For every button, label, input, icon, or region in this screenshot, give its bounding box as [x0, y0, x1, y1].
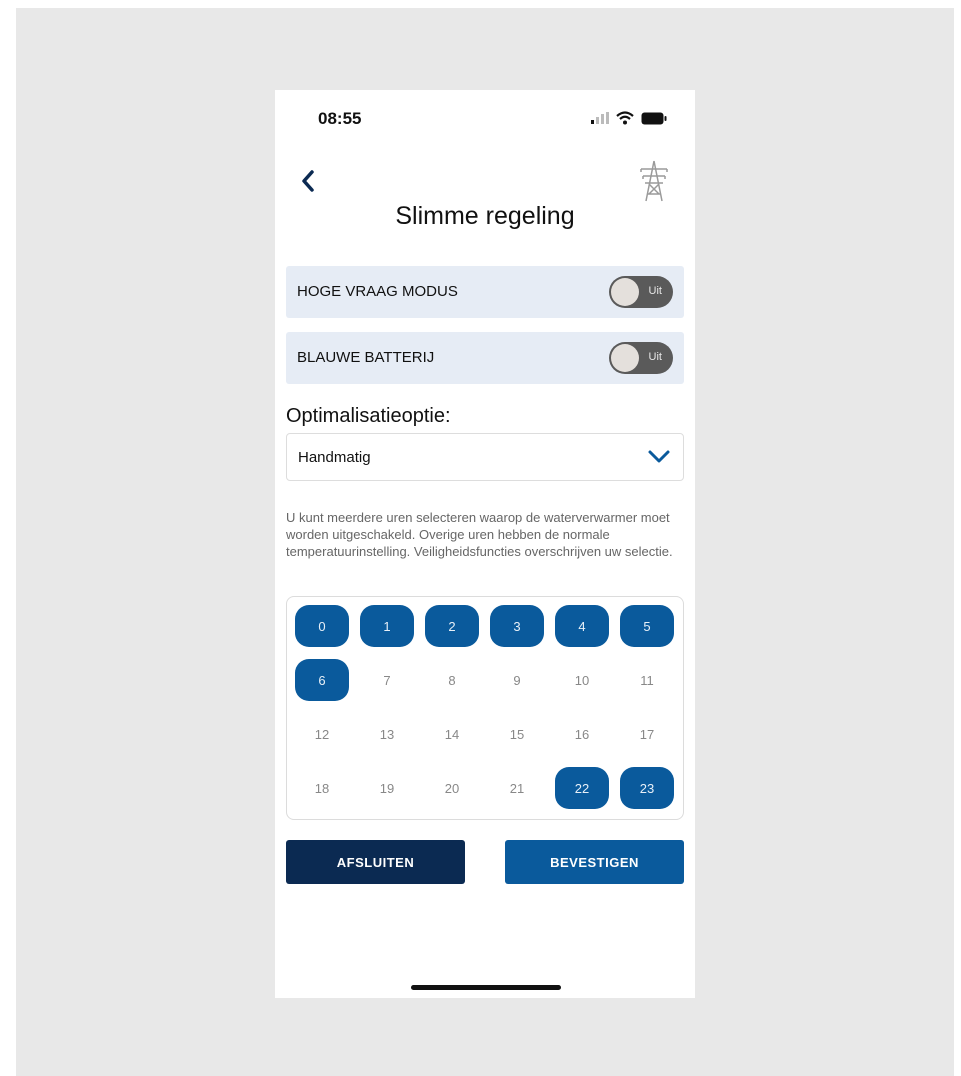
close-button[interactable]: AFSLUITEN	[286, 840, 465, 884]
toggle-label-high-demand: HOGE VRAAG MODUS	[297, 283, 458, 300]
toggle-row-blue-battery: BLAUWE BATTERIJ Uit	[286, 332, 684, 384]
hour-button-20[interactable]: 20	[425, 767, 479, 809]
hour-button-21[interactable]: 21	[490, 767, 544, 809]
blue-battery-toggle[interactable]: Uit	[609, 342, 673, 374]
hour-button-12[interactable]: 12	[295, 713, 349, 755]
optimization-label: Optimalisatieoptie:	[286, 405, 451, 427]
hour-button-15[interactable]: 15	[490, 713, 544, 755]
hour-button-14[interactable]: 14	[425, 713, 479, 755]
hour-button-8[interactable]: 8	[425, 659, 479, 701]
hour-button-9[interactable]: 9	[490, 659, 544, 701]
hour-button-7[interactable]: 7	[360, 659, 414, 701]
hour-selection-grid: 0 1 2 3 4 5 6 7 8 9 10 11 12 13 14 15 16 17 18 19 20 21 22 23	[286, 596, 684, 820]
hour-button-4[interactable]: 4	[555, 605, 609, 647]
toggle-state-text: Uit	[648, 285, 662, 297]
wifi-icon	[616, 111, 634, 125]
signal-icon	[591, 112, 609, 124]
hour-button-5[interactable]: 5	[620, 605, 674, 647]
hour-button-16[interactable]: 16	[555, 713, 609, 755]
hour-button-1[interactable]: 1	[360, 605, 414, 647]
status-time: 08:55	[318, 109, 362, 128]
chevron-left-icon	[302, 170, 314, 192]
toggle-knob	[611, 278, 639, 306]
hours-description: U kunt meerdere uren selecteren waarop d…	[286, 510, 673, 559]
power-pylon-icon[interactable]	[637, 160, 671, 202]
toggle-state-text: Uit	[648, 351, 662, 363]
hour-button-3[interactable]: 3	[490, 605, 544, 647]
chevron-down-icon	[648, 450, 670, 463]
home-indicator	[411, 985, 561, 990]
back-button[interactable]	[293, 164, 323, 198]
hour-button-18[interactable]: 18	[295, 767, 349, 809]
optimization-select[interactable]: Handmatig	[286, 433, 684, 481]
hour-button-17[interactable]: 17	[620, 713, 674, 755]
status-icons	[591, 110, 667, 126]
hour-button-13[interactable]: 13	[360, 713, 414, 755]
hour-button-23[interactable]: 23	[620, 767, 674, 809]
toggle-row-high-demand: HOGE VRAAG MODUS Uit	[286, 266, 684, 318]
confirm-button[interactable]: BEVESTIGEN	[505, 840, 684, 884]
hour-button-10[interactable]: 10	[555, 659, 609, 701]
toggle-label-blue-battery: BLAUWE BATTERIJ	[297, 349, 435, 366]
page-title: Slimme regeling	[395, 202, 575, 230]
phone-screen: 08:55 Slimme regeling HOGE VRAAG MODUS U…	[275, 90, 695, 998]
optimization-selected-value: Handmatig	[298, 449, 371, 466]
status-bar: 08:55	[275, 90, 695, 150]
hour-button-11[interactable]: 11	[620, 659, 674, 701]
hour-button-0[interactable]: 0	[295, 605, 349, 647]
hour-button-2[interactable]: 2	[425, 605, 479, 647]
hour-button-6[interactable]: 6	[295, 659, 349, 701]
high-demand-toggle[interactable]: Uit	[609, 276, 673, 308]
battery-icon	[641, 112, 667, 124]
hour-button-19[interactable]: 19	[360, 767, 414, 809]
toggle-knob	[611, 344, 639, 372]
hour-button-22[interactable]: 22	[555, 767, 609, 809]
